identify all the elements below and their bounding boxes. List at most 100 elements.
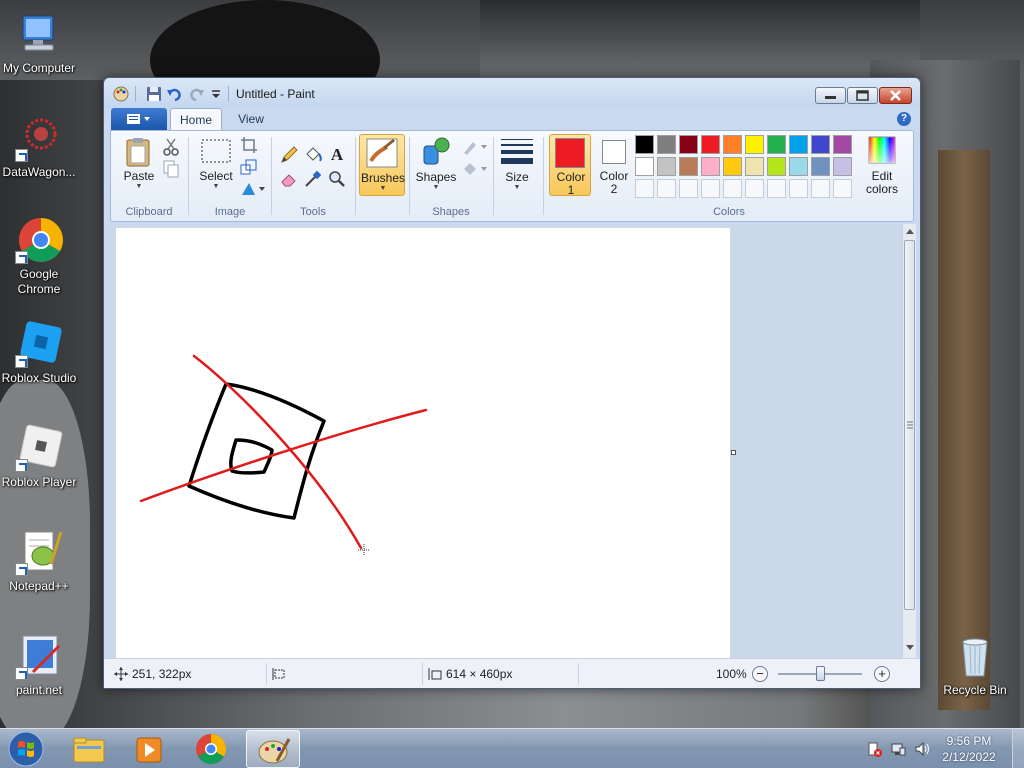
palette-swatch[interactable] (679, 157, 698, 176)
desktop-icon-recycle-bin[interactable]: Recycle Bin (935, 632, 1015, 698)
palette-swatch[interactable] (701, 135, 720, 154)
cut-icon[interactable] (161, 137, 181, 157)
color2-button[interactable]: Color 2 (593, 134, 635, 196)
close-button[interactable] (879, 87, 912, 104)
desktop-icon-google-chrome[interactable]: Google Chrome (0, 216, 79, 297)
magnifier-icon[interactable] (327, 169, 347, 189)
start-button[interactable] (6, 730, 46, 768)
desktop-icon-roblox-studio[interactable]: Roblox Studio (0, 320, 79, 386)
taskbar-explorer[interactable] (62, 730, 116, 768)
drawing-canvas[interactable] (116, 228, 730, 658)
palette-swatch[interactable] (745, 157, 764, 176)
palette-swatch[interactable] (745, 135, 764, 154)
network-icon[interactable] (890, 741, 906, 757)
palette-swatch-empty[interactable] (811, 179, 830, 198)
palette-swatch[interactable] (833, 157, 852, 176)
zoom-out-button[interactable]: − (752, 666, 768, 682)
show-desktop-button[interactable] (1012, 729, 1024, 768)
palette-swatch[interactable] (789, 135, 808, 154)
file-menu-button[interactable] (111, 108, 167, 130)
zoom-slider-thumb[interactable] (816, 666, 825, 681)
palette-swatch-empty[interactable] (745, 179, 764, 198)
windows-logo-icon (8, 731, 44, 767)
select-button[interactable]: Select ▼ (197, 135, 235, 195)
rotate-icon[interactable] (239, 179, 267, 199)
palette-swatch[interactable] (701, 157, 720, 176)
palette-swatch-empty[interactable] (723, 179, 742, 198)
taskbar-paint[interactable] (246, 730, 300, 768)
palette-swatch[interactable] (811, 135, 830, 154)
palette-swatch-empty[interactable] (767, 179, 786, 198)
tab-home[interactable]: Home (170, 108, 222, 130)
restore-button[interactable] (847, 87, 878, 104)
color1-button[interactable]: Color 1 (549, 134, 591, 197)
palette-swatch[interactable] (679, 135, 698, 154)
group-label-clipboard: Clipboard (125, 206, 173, 218)
taskbar-chrome[interactable] (184, 730, 238, 768)
qa-separator (135, 86, 136, 102)
edit-colors-button[interactable]: Edit colors (859, 134, 905, 196)
palette-swatch-empty[interactable] (833, 179, 852, 198)
desktop-icon-paint-net[interactable]: paint.net (0, 632, 79, 698)
palette-swatch[interactable] (635, 135, 654, 154)
tab-view[interactable]: View (226, 108, 276, 130)
palette-swatch[interactable] (789, 157, 808, 176)
customize-toolbar-icon[interactable] (208, 86, 224, 102)
crop-icon[interactable] (239, 135, 259, 155)
color-picker-icon[interactable] (303, 169, 323, 189)
copy-icon[interactable] (161, 159, 181, 179)
grip-icon (907, 421, 913, 429)
eraser-icon[interactable] (279, 169, 299, 189)
palette-swatch[interactable] (811, 157, 830, 176)
redo-icon[interactable] (188, 86, 204, 102)
palette-swatch[interactable] (833, 135, 852, 154)
brushes-button[interactable]: Brushes ▼ (359, 134, 405, 196)
scrollbar-thumb[interactable] (904, 240, 915, 610)
desktop-icon-my-computer[interactable]: My Computer (0, 10, 79, 76)
action-center-icon[interactable] (866, 741, 882, 757)
palette-swatch-empty[interactable] (789, 179, 808, 198)
desktop-icon-datawagon[interactable]: DataWagon... (0, 114, 79, 180)
undo-icon[interactable] (167, 86, 183, 102)
palette-swatch[interactable] (635, 157, 654, 176)
desktop-icon-roblox-player[interactable]: Roblox Player (0, 424, 79, 490)
group-tools: A Tools (273, 131, 353, 221)
fill-bucket-icon[interactable] (303, 145, 323, 165)
palette-swatch[interactable] (723, 157, 742, 176)
scroll-down-icon[interactable] (905, 644, 915, 652)
palette-swatch[interactable] (767, 135, 786, 154)
palette-swatch-empty[interactable] (701, 179, 720, 198)
palette-swatch[interactable] (657, 135, 676, 154)
system-clock[interactable]: 9:56 PM 2/12/2022 (930, 733, 1008, 765)
palette-swatch[interactable] (723, 135, 742, 154)
roblox-player-icon (15, 424, 63, 472)
minimize-button[interactable] (815, 87, 846, 104)
save-icon[interactable] (146, 86, 162, 102)
resize-icon[interactable] (239, 157, 259, 177)
desktop-icon-notepad-plus-plus[interactable]: Notepad++ (0, 528, 79, 594)
zoom-in-button[interactable]: + (874, 666, 890, 682)
pencil-icon[interactable] (279, 145, 299, 165)
help-icon[interactable]: ? (897, 112, 911, 126)
palette-swatch[interactable] (657, 157, 676, 176)
paint-window: Untitled - Paint Home View ? Paste ▼ Cli… (103, 77, 921, 689)
palette-swatch-empty[interactable] (679, 179, 698, 198)
scroll-up-icon[interactable] (905, 227, 915, 235)
shortcut-arrow-icon (15, 149, 28, 162)
palette-swatch-empty[interactable] (635, 179, 654, 198)
paste-button[interactable]: Paste ▼ (117, 135, 161, 195)
outline-icon[interactable] (461, 137, 489, 157)
vertical-scrollbar[interactable] (902, 224, 916, 658)
fill-icon[interactable] (461, 159, 489, 179)
paint-app-icon[interactable] (113, 86, 129, 102)
taskbar-media-player[interactable] (122, 730, 176, 768)
shapes-button[interactable]: Shapes ▼ (415, 134, 457, 196)
chevron-down-icon: ▼ (432, 184, 440, 191)
volume-icon[interactable] (914, 741, 930, 757)
size-button[interactable]: Size ▼ (497, 134, 537, 196)
palette-swatch[interactable] (767, 157, 786, 176)
palette-swatch-empty[interactable] (657, 179, 676, 198)
text-tool-icon[interactable]: A (327, 145, 347, 165)
color-palette (635, 133, 855, 199)
resize-handle-right[interactable] (731, 450, 736, 455)
